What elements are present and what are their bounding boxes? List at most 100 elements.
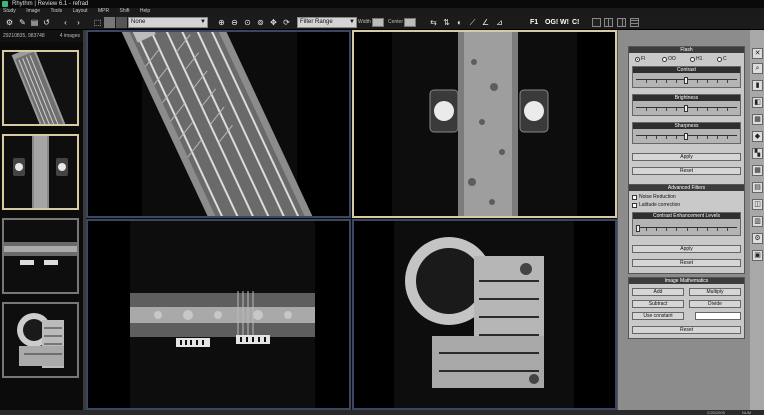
radio-oo[interactable]: OO <box>662 56 676 62</box>
layout-3x3-icon[interactable] <box>630 18 639 27</box>
flash-apply-button[interactable]: Apply <box>632 153 741 161</box>
book-icon[interactable]: ▥ <box>752 216 763 227</box>
width-field[interactable] <box>372 18 384 27</box>
export-icon[interactable]: ◫ <box>752 199 763 210</box>
subtract-button[interactable]: Subtract <box>632 300 684 308</box>
tools-icon[interactable]: ✕ <box>752 48 763 59</box>
status-bar: 2/25/2005 NUM <box>0 410 764 415</box>
thumbnail-3[interactable] <box>2 218 79 294</box>
width-label: Width <box>358 19 371 25</box>
radio-dot <box>717 56 722 62</box>
swatch-icon[interactable] <box>104 17 115 28</box>
open-icon[interactable]: ⚙ <box>4 17 15 28</box>
forward-arrow-icon[interactable]: › <box>73 17 84 28</box>
brightness-slider[interactable] <box>636 105 737 112</box>
zoom-fit-icon[interactable]: ⊙ <box>242 17 253 28</box>
latitude-correction-checkbox[interactable]: Latitude correction <box>632 202 680 208</box>
constant-input[interactable] <box>695 312 741 320</box>
grid-icon[interactable]: ▦ <box>752 165 763 176</box>
math-reset-button[interactable]: Reset <box>632 326 741 334</box>
chevron-down-icon: ▼ <box>349 19 355 25</box>
viewport-1[interactable] <box>86 30 351 218</box>
annotation-select[interactable]: None ▼ <box>128 17 208 28</box>
magnifier-icon[interactable]: ⌕ <box>752 63 763 74</box>
radio-c[interactable]: C <box>717 56 727 62</box>
menu-shift[interactable]: Shift <box>119 8 129 14</box>
angle-icon[interactable]: ∠ <box>480 17 491 28</box>
menu-study[interactable]: Study <box>3 8 16 14</box>
sharpness-slider[interactable] <box>636 133 737 140</box>
toolbar: ⚙ ✎ ▤ ↺ ‹ › ⬚ None ▼ ⊕ ⊖ ⊙ ⊚ ✥ ⟳ Filter … <box>0 15 764 30</box>
contrast-slider-knob[interactable] <box>684 77 689 84</box>
menu-help[interactable]: Help <box>140 8 150 14</box>
report-icon[interactable]: ▣ <box>752 250 763 261</box>
use-constant-button[interactable]: Use constant <box>632 312 684 320</box>
layout-1x1-icon[interactable] <box>592 18 601 27</box>
thumbnail-1[interactable] <box>2 46 79 135</box>
undo-icon[interactable]: ↺ <box>41 17 52 28</box>
gear-icon[interactable]: ⚙ <box>752 233 763 244</box>
noise-reduction-checkbox[interactable]: Noise Reduction <box>632 194 676 200</box>
flash-panel-title: Flash <box>629 47 744 53</box>
zoom-out-icon[interactable]: ⊖ <box>229 17 240 28</box>
add-button[interactable]: Add <box>632 288 684 296</box>
multiply-button[interactable]: Multiply <box>689 288 741 296</box>
flash-filter-icon[interactable]: ◧ <box>752 97 763 108</box>
flip-horizontal-icon[interactable]: ⇆ <box>428 17 439 28</box>
menu-image[interactable]: Image <box>26 8 40 14</box>
menu-layout[interactable]: Layout <box>73 8 88 14</box>
contrast-levels-knob[interactable] <box>636 225 640 232</box>
ruler-icon[interactable]: ▮ <box>752 80 763 91</box>
radio-dot <box>662 56 667 62</box>
radio-fl[interactable]: Fl <box>635 56 645 62</box>
invert-icon[interactable]: ◐ <box>454 17 465 28</box>
contrast-levels-slider[interactable] <box>636 225 737 232</box>
print-icon[interactable]: ▤ <box>29 17 40 28</box>
brightness-slider-knob[interactable] <box>684 105 689 112</box>
filter-select[interactable]: Filter Range ▼ <box>297 17 357 28</box>
flash-reset-button[interactable]: Reset <box>632 167 741 175</box>
viewport-1-image <box>88 32 349 216</box>
select-icon[interactable]: ⬚ <box>92 17 103 28</box>
bookmark-icon[interactable]: ◆ <box>752 131 763 142</box>
menu-mpr[interactable]: MPR <box>98 8 109 14</box>
status-date: 2/25/2005 <box>707 410 725 415</box>
zoom-actual-icon[interactable]: ⊚ <box>255 17 266 28</box>
center-field[interactable] <box>404 18 416 27</box>
advanced-apply-button[interactable]: Apply <box>632 245 741 253</box>
app-logo-icon <box>2 1 8 7</box>
image-math-panel: Image Mathematics Add Multiply Subtract … <box>628 277 745 339</box>
brightness-label: Brightness <box>633 95 740 101</box>
back-arrow-icon[interactable]: ‹ <box>60 17 71 28</box>
viewport-3[interactable] <box>86 219 351 410</box>
pan-icon[interactable]: ✥ <box>268 17 279 28</box>
advanced-reset-button[interactable]: Reset <box>632 259 741 267</box>
radio-h1[interactable]: H1 <box>690 56 702 62</box>
zoom-in-icon[interactable]: ⊕ <box>216 17 227 28</box>
swatch-dark-icon[interactable] <box>116 17 127 28</box>
og-button[interactable]: OG! <box>545 17 558 28</box>
c-button[interactable]: C! <box>572 17 579 28</box>
profile-icon[interactable]: ⊿ <box>494 17 505 28</box>
contrast-slider[interactable] <box>636 77 737 84</box>
divide-button[interactable]: Divide <box>689 300 741 308</box>
sharpness-slider-knob[interactable] <box>684 133 689 140</box>
measure-icon[interactable]: ⟋ <box>467 17 478 28</box>
document-icon[interactable]: ▤ <box>752 182 763 193</box>
w-button[interactable]: W! <box>560 17 569 28</box>
layout-1x2-icon[interactable] <box>604 18 613 27</box>
layout-icon[interactable]: ▚ <box>752 148 763 159</box>
thumbnail-2[interactable] <box>2 134 79 210</box>
menu-bar: Study Image Tools Layout MPR Shift Help <box>0 8 764 15</box>
histogram-icon[interactable]: ▦ <box>752 114 763 125</box>
menu-tools[interactable]: Tools <box>50 8 62 14</box>
checkbox-box <box>632 202 637 208</box>
viewport-4[interactable] <box>352 219 617 410</box>
layout-2x2-icon[interactable] <box>617 18 626 27</box>
rotate-icon[interactable]: ⟳ <box>281 17 292 28</box>
f1-button[interactable]: F1 <box>530 17 538 28</box>
flip-vertical-icon[interactable]: ⇅ <box>441 17 452 28</box>
thumbnail-4[interactable] <box>2 302 79 378</box>
viewport-2[interactable] <box>352 30 617 218</box>
save-icon[interactable]: ✎ <box>17 17 28 28</box>
